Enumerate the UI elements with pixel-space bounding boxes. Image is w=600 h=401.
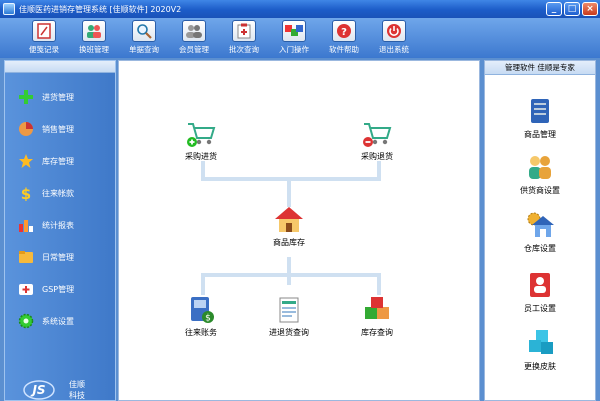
minimize-button[interactable]: _ [546, 2, 562, 16]
connector-line [201, 177, 381, 181]
cart-add-icon [184, 119, 218, 149]
svg-text:?: ? [341, 27, 347, 38]
flow-panel: 采购进货 采购退货 商品库存 $ 往来账务 进退货查询 库存查询 [118, 60, 480, 401]
svg-text:科技: 科技 [69, 390, 85, 400]
toolbar-exit-button[interactable]: 退出系统 [370, 18, 418, 56]
skin-icon [524, 327, 556, 359]
sidebar-item-accounts[interactable]: $ 往来帐款 [5, 177, 115, 209]
product-management-button[interactable]: 商品管理 [485, 95, 595, 140]
stock-query-node[interactable]: 库存查询 [342, 295, 412, 338]
folder-icon [17, 248, 35, 266]
house-icon [272, 205, 306, 235]
power-icon [382, 20, 406, 42]
cart-remove-icon [360, 119, 394, 149]
sidebar-item-purchase[interactable]: 进货管理 [5, 81, 115, 113]
staff-icon [524, 269, 556, 301]
sidebar-item-sales[interactable]: 销售管理 [5, 113, 115, 145]
connector-line [287, 257, 291, 285]
toolbar-notes-button[interactable]: 便笺记录 [20, 18, 68, 56]
abc-icon [282, 20, 306, 42]
right-panel-header: 管理软件 佳顺是专家 [485, 61, 595, 75]
sidebar-item-inventory[interactable]: 库存管理 [5, 145, 115, 177]
left-panel-header [5, 61, 115, 73]
svg-text:JS: JS [30, 383, 45, 397]
toolbar-help-button[interactable]: ? 软件帮助 [320, 18, 368, 56]
connector-line [201, 273, 381, 277]
close-button[interactable]: × [582, 2, 598, 16]
batch-icon [232, 20, 256, 42]
toolbar-members-button[interactable]: 会员管理 [170, 18, 218, 56]
sidebar-item-daily[interactable]: 日常管理 [5, 241, 115, 273]
connector-line [377, 273, 381, 295]
maximize-button[interactable]: □ [564, 2, 580, 16]
pie-chart-icon [17, 120, 35, 138]
change-skin-button[interactable]: 更换皮肤 [485, 327, 595, 372]
sidebar-item-reports[interactable]: 统计报表 [5, 209, 115, 241]
toolbar-batch-button[interactable]: 批次查询 [220, 18, 268, 56]
svg-text:$: $ [205, 314, 211, 324]
plus-icon [17, 88, 35, 106]
help-icon: ? [332, 20, 356, 42]
sidebar-item-gsp[interactable]: GSP管理 [5, 273, 115, 305]
company-logo: JS 佳顺 科技 [23, 374, 103, 400]
purchase-in-node[interactable]: 采购进货 [166, 119, 236, 162]
title-bar: 佳顺医药进销存管理系统 [佳顺软件] 2020V2 _ □ × [0, 0, 600, 18]
connector-line [201, 273, 205, 295]
document-query-icon [272, 295, 306, 325]
sidebar-item-settings[interactable]: 系统设置 [5, 305, 115, 337]
star-icon [17, 152, 35, 170]
accounts-node[interactable]: $ 往来账务 [166, 295, 236, 338]
gear-icon [17, 312, 35, 330]
first-aid-icon [17, 280, 35, 298]
boxes-icon [360, 295, 394, 325]
ledger-book-icon: $ [184, 295, 218, 325]
in-out-query-node[interactable]: 进退货查询 [254, 295, 324, 338]
app-icon [3, 3, 15, 15]
bar-chart-icon [17, 216, 35, 234]
warehouse-icon [524, 209, 556, 241]
members-icon [182, 20, 206, 42]
toolbar-intro-button[interactable]: 入门操作 [270, 18, 318, 56]
toolbar: 便笺记录 换班管理 单据查询 会员管理 批次查询 入门操作 ? 软件帮助 退出系… [0, 18, 600, 58]
staff-settings-button[interactable]: 员工设置 [485, 269, 595, 314]
warehouse-settings-button[interactable]: 仓库设置 [485, 209, 595, 254]
inventory-node[interactable]: 商品库存 [254, 205, 324, 248]
purchase-return-node[interactable]: 采购退货 [342, 119, 412, 162]
window-title: 佳顺医药进销存管理系统 [佳顺软件] 2020V2 [19, 4, 182, 14]
left-nav-panel: 进货管理 销售管理 库存管理 $ 往来帐款 统计报表 日常管理 GSP管理 系统… [4, 60, 116, 401]
dollar-icon: $ [17, 184, 35, 202]
toolbar-shift-button[interactable]: 换班管理 [70, 18, 118, 56]
product-icon [524, 95, 556, 127]
svg-text:$: $ [21, 185, 31, 201]
supplier-settings-button[interactable]: 供货商设置 [485, 151, 595, 196]
svg-text:佳顺: 佳顺 [69, 379, 85, 389]
right-panel: 管理软件 佳顺是专家 商品管理 供货商设置 仓库设置 员工设置 更换皮肤 [484, 60, 596, 401]
shift-change-icon [82, 20, 106, 42]
connector-line [287, 177, 291, 207]
toolbar-doc-query-button[interactable]: 单据查询 [120, 18, 168, 56]
search-icon [132, 20, 156, 42]
supplier-icon [524, 151, 556, 183]
notepad-icon [32, 20, 56, 42]
window-controls: _ □ × [546, 2, 598, 16]
